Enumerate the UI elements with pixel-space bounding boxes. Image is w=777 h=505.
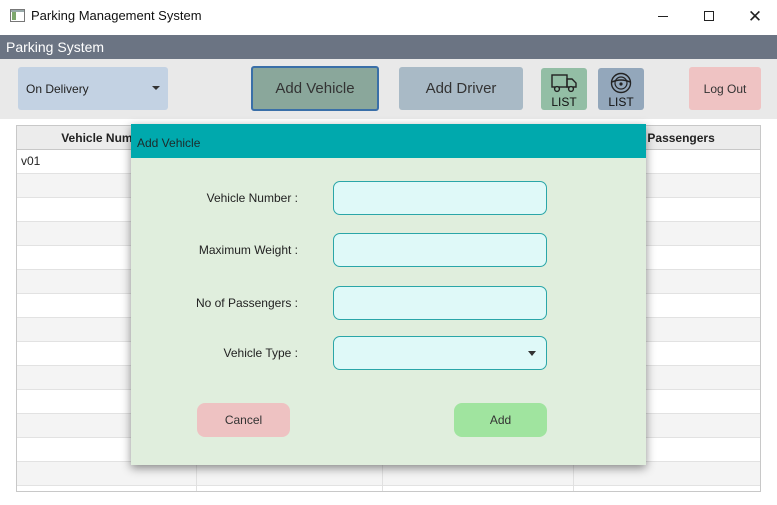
close-icon: ✕ xyxy=(747,6,763,26)
app-window-icon xyxy=(10,9,25,22)
vehicle-number-label: Vehicle Number : xyxy=(206,191,298,205)
table-row[interactable] xyxy=(17,486,761,491)
table-cell xyxy=(197,462,384,486)
vehicle-type-select[interactable] xyxy=(333,336,547,370)
maximize-icon xyxy=(704,11,714,21)
table-cell xyxy=(383,486,574,491)
table-cell xyxy=(574,486,761,491)
chevron-down-icon xyxy=(528,351,536,356)
vehicle-type-label: Vehicle Type : xyxy=(223,346,299,360)
table-cell xyxy=(383,462,574,486)
add-driver-button[interactable]: Add Driver xyxy=(399,67,523,110)
table-cell xyxy=(17,462,197,486)
vehicle-list-label: LIST xyxy=(551,95,577,109)
window-title: Parking Management System xyxy=(31,8,202,23)
vehicle-number-field[interactable] xyxy=(333,181,547,215)
app-header: Parking System xyxy=(0,35,777,59)
cancel-button[interactable]: Cancel xyxy=(197,403,290,437)
table-cell xyxy=(574,462,761,486)
status-combo-value: On Delivery xyxy=(26,81,89,96)
steering-wheel-icon xyxy=(610,72,632,94)
status-combo[interactable]: On Delivery xyxy=(18,67,168,110)
maximize-button[interactable] xyxy=(686,0,732,32)
passengers-label: No of Passengers : xyxy=(195,296,298,310)
app-header-title: Parking System xyxy=(6,39,105,55)
close-button[interactable]: ✕ xyxy=(732,0,777,32)
driver-list-label: LIST xyxy=(608,95,634,109)
maximum-weight-label: Maximum Weight : xyxy=(198,243,298,257)
passengers-field[interactable] xyxy=(333,286,547,320)
maximum-weight-field[interactable] xyxy=(333,233,547,267)
add-vehicle-button[interactable]: Add Vehicle xyxy=(251,66,379,111)
table-cell xyxy=(197,486,384,491)
truck-icon xyxy=(551,74,577,93)
window-title-bar: Parking Management System ✕ xyxy=(0,0,777,34)
driver-list-button[interactable]: LIST xyxy=(598,68,644,110)
minimize-icon xyxy=(658,15,668,17)
logout-button[interactable]: Log Out xyxy=(689,67,761,110)
toolbar: On Delivery Add Vehicle Add Driver LIST … xyxy=(0,59,777,119)
add-button[interactable]: Add xyxy=(454,403,547,437)
vehicle-list-button[interactable]: LIST xyxy=(541,68,587,110)
table-row[interactable] xyxy=(17,462,760,486)
minimize-button[interactable] xyxy=(640,0,686,32)
table-cell xyxy=(17,486,197,491)
add-vehicle-dialog: Add Vehicle Vehicle Number : Maximum Wei… xyxy=(131,124,646,465)
dialog-title: Add Vehicle xyxy=(137,136,201,150)
chevron-down-icon xyxy=(152,86,160,90)
dialog-title-bar: Add Vehicle xyxy=(131,124,646,158)
